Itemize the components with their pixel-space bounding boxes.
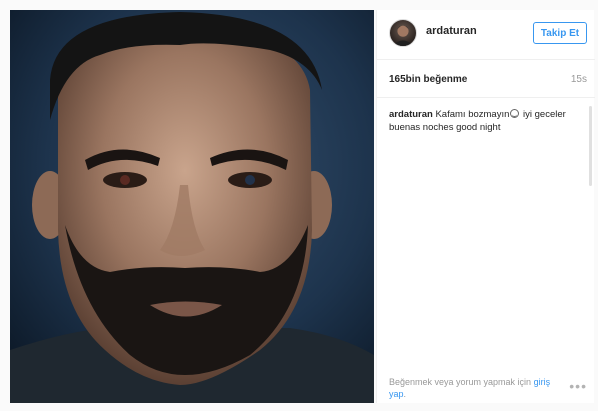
username-link[interactable]: ardaturan xyxy=(426,25,477,37)
caption-text-1: Kafamı bozmayın xyxy=(435,109,510,120)
post-photo[interactable] xyxy=(10,10,374,403)
follow-button[interactable]: Takip Et xyxy=(533,22,587,44)
login-prefix: Beğenmek veya yorum yapmak için xyxy=(389,377,532,387)
post-stats: 165bin beğenme 15s xyxy=(377,60,595,98)
login-suffix: . xyxy=(403,389,407,399)
post-side-panel: ardaturan Takip Et 165bin beğenme 15s ar… xyxy=(376,10,595,403)
portrait-image xyxy=(10,10,374,403)
instagram-post-embed: ardaturan Takip Et 165bin beğenme 15s ar… xyxy=(0,0,598,411)
smiley-icon xyxy=(510,109,520,118)
post-header: ardaturan Takip Et xyxy=(377,10,595,60)
avatar-icon xyxy=(392,25,414,46)
post-caption: ardaturan Kafamı bozmayın iyi geceler bu… xyxy=(389,108,585,134)
comments-scrollbar[interactable] xyxy=(589,106,592,186)
likes-count[interactable]: 165bin beğenme xyxy=(389,74,467,85)
post-time[interactable]: 15s xyxy=(571,74,587,85)
more-dots-icon[interactable]: ••• xyxy=(569,379,587,393)
profile-avatar[interactable] xyxy=(389,19,417,47)
login-prompt: Beğenmek veya yorum yapmak için giriş ya… xyxy=(389,376,559,400)
post-footer: Beğenmek veya yorum yapmak için giriş ya… xyxy=(377,372,595,403)
caption-username[interactable]: ardaturan xyxy=(389,109,433,120)
